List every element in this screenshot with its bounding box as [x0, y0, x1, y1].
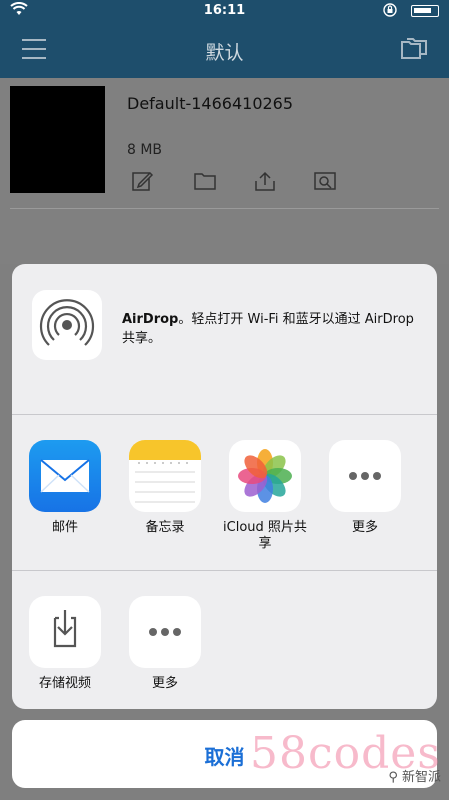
- more-icon: [129, 596, 201, 668]
- mail-icon: [29, 440, 101, 512]
- share-app-label: iCloud 照片共享: [223, 520, 307, 551]
- share-app-label: 备忘录: [145, 520, 185, 535]
- share-action-more[interactable]: 更多: [120, 596, 210, 692]
- notes-icon: [129, 440, 201, 512]
- share-action-label: 更多: [151, 676, 178, 691]
- share-app-more[interactable]: 更多: [320, 440, 410, 536]
- status-time: 16:11: [203, 3, 246, 18]
- file-list: Default-1466410265 8 MB: [0, 78, 449, 264]
- rotation-lock-icon: [383, 3, 397, 20]
- folder-icon[interactable]: [194, 170, 216, 192]
- battery-icon: [411, 5, 439, 17]
- file-name: Default-1466410265: [127, 94, 294, 113]
- share-sheet: AirDrop。轻点打开 Wi-Fi 和蓝牙以通过 AirDrop 共享。 邮件…: [12, 264, 437, 709]
- share-app-icloud-photos[interactable]: iCloud 照片共享: [220, 440, 310, 552]
- share-app-notes[interactable]: 备忘录: [120, 440, 210, 536]
- divider: [12, 414, 437, 415]
- airdrop-section[interactable]: AirDrop。轻点打开 Wi-Fi 和蓝牙以通过 AirDrop 共享。: [12, 264, 437, 414]
- page-title: 默认: [205, 42, 244, 64]
- preview-icon[interactable]: [314, 170, 336, 192]
- file-size: 8 MB: [127, 142, 163, 158]
- share-app-label: 邮件: [51, 520, 78, 535]
- more-icon: [329, 440, 401, 512]
- edit-icon[interactable]: [132, 170, 154, 192]
- status-bar: 16:11: [0, 0, 449, 22]
- airdrop-icon[interactable]: [32, 290, 102, 360]
- divider: [10, 208, 439, 209]
- photos-icon: [229, 440, 301, 512]
- folders-icon[interactable]: [401, 36, 427, 60]
- airdrop-title: AirDrop: [122, 312, 179, 327]
- share-app-label: 更多: [351, 520, 378, 535]
- save-video-icon: [29, 596, 101, 668]
- share-app-mail[interactable]: 邮件: [20, 440, 110, 536]
- nav-bar: 默认: [0, 22, 449, 78]
- airdrop-description: AirDrop。轻点打开 Wi-Fi 和蓝牙以通过 AirDrop 共享。: [122, 310, 422, 348]
- divider: [12, 570, 437, 571]
- share-action-label: 存储视频: [38, 676, 91, 691]
- video-thumbnail[interactable]: [10, 86, 105, 193]
- share-action-save-video[interactable]: 存储视频: [20, 596, 110, 692]
- watermark-badge: ⚲ 新智派: [388, 770, 441, 785]
- upload-icon[interactable]: [254, 170, 276, 192]
